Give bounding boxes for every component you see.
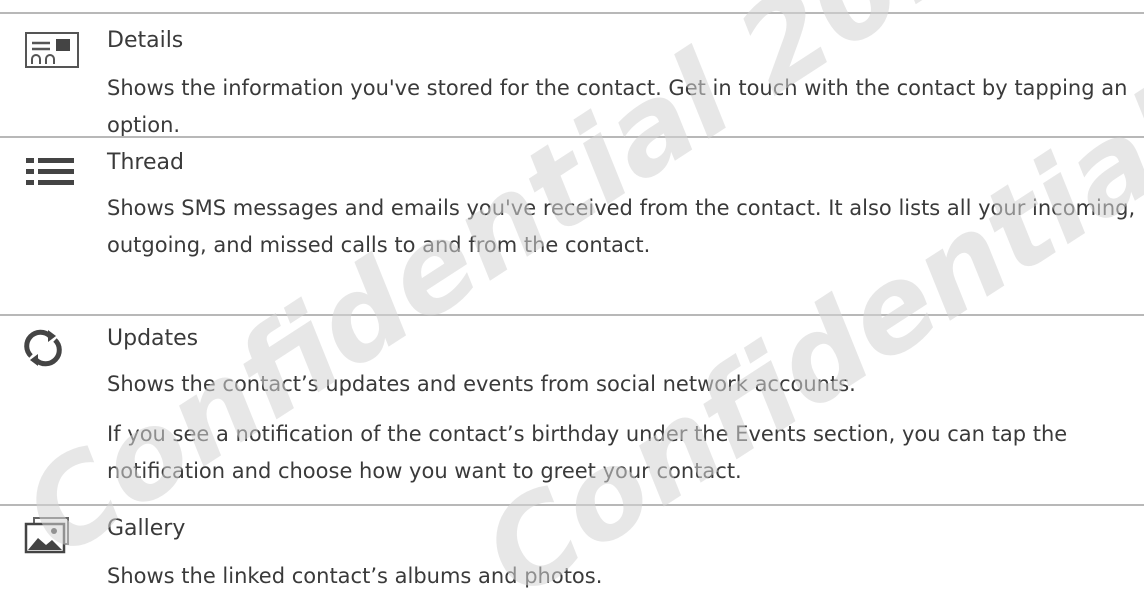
section-description: If you see a notification of the contact… (107, 422, 1068, 483)
section-title: Details (107, 28, 184, 53)
section-thread: Thread Shows SMS messages and emails you… (0, 136, 1144, 264)
section-title: Updates (107, 326, 199, 351)
section-updates: Updates Shows the contact’s updates and … (0, 314, 1144, 484)
details-card-icon (22, 30, 86, 70)
section-details: Details Shows the information you've sto… (0, 12, 1144, 137)
refresh-icon (22, 328, 86, 368)
section-description: Shows the information you've stored for … (107, 76, 1128, 137)
section-title: Thread (107, 150, 184, 175)
list-icon (22, 152, 86, 192)
section-gallery: Gallery Shows the linked contact’s album… (0, 504, 1144, 605)
section-description: Shows the contact’s updates and events f… (107, 372, 856, 396)
section-title: Gallery (107, 516, 186, 541)
gallery-icon (22, 516, 86, 556)
section-description: Shows SMS messages and emails you've rec… (107, 196, 1136, 257)
section-description: Shows the linked contact’s albums and ph… (107, 564, 603, 588)
